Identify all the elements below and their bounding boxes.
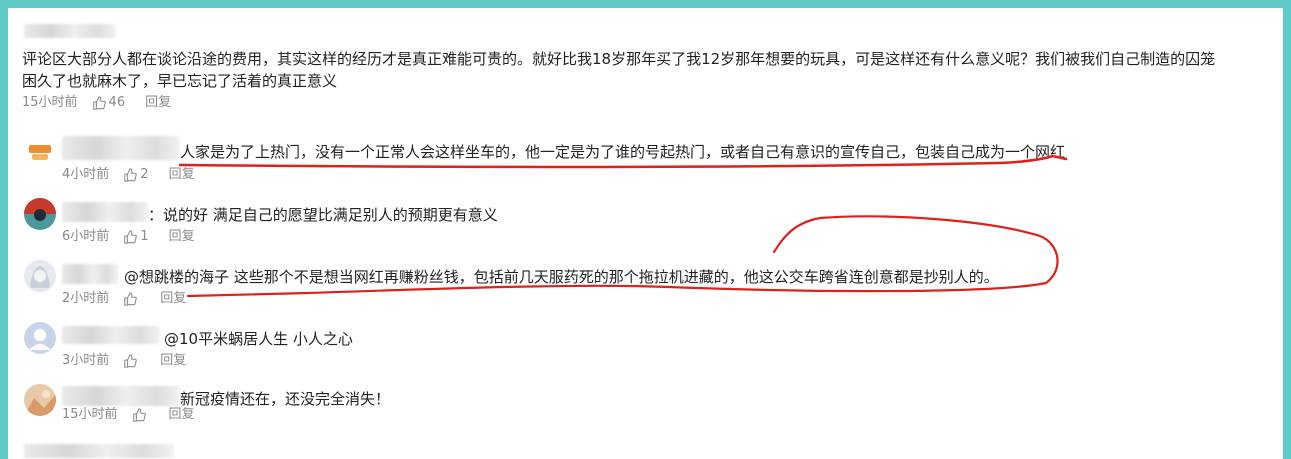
like-count: 1: [140, 229, 149, 244]
reply-button[interactable]: 回复: [169, 166, 195, 184]
like-button[interactable]: [123, 292, 140, 306]
comment-time: 3小时前: [62, 353, 110, 368]
reply-text: 人家是为了上热门，没有一个正常人会这样坐车的，他一定是为了谁的号起热门，或者自己…: [180, 143, 1066, 161]
username-blurred: [62, 326, 160, 344]
reply-button[interactable]: 回复: [160, 290, 186, 308]
reply-meta: 15小时前 回复: [62, 406, 195, 424]
thumbs-up-icon: [124, 168, 138, 182]
reply-button[interactable]: 回复: [145, 94, 171, 112]
like-button[interactable]: [132, 408, 149, 422]
reply-meta: 4小时前 2 回复: [62, 166, 195, 184]
like-button[interactable]: [123, 354, 140, 368]
reply-text: ：说的好 满足自己的愿望比满足别人的预期更有意义: [148, 206, 498, 224]
reply-button[interactable]: 回复: [169, 228, 195, 246]
reply-button[interactable]: 回复: [160, 352, 186, 370]
default-avatar-icon[interactable]: [24, 322, 56, 354]
reply-button[interactable]: 回复: [169, 406, 195, 424]
like-count: 46: [108, 95, 126, 110]
anime-avatar-icon[interactable]: [24, 260, 56, 292]
sunset-avatar-icon[interactable]: [24, 198, 56, 230]
thumbs-up-icon: [124, 292, 138, 306]
comment-time: 15小时前: [22, 95, 78, 110]
photo-avatar-icon[interactable]: [24, 384, 56, 416]
username-blurred: [62, 386, 180, 406]
like-count: 2: [140, 167, 149, 182]
username-blurred: [24, 24, 116, 38]
thumbs-up-icon: [132, 408, 146, 422]
reply-meta: 6小时前 1 回复: [62, 228, 195, 246]
main-comment-text-line2: 困久了也就麻木了，早已忘记了活着的真正意义: [22, 72, 338, 90]
like-button[interactable]: 1: [123, 228, 149, 246]
thumbs-up-icon: [124, 354, 138, 368]
like-button[interactable]: 2: [123, 166, 149, 184]
like-button[interactable]: 46: [92, 94, 126, 112]
thumbs-up-icon: [124, 230, 138, 244]
main-comment-text-line1: 评论区大部分人都在谈论沿途的费用，其实这样的经历才是真正难能可贵的。就好比我18…: [22, 50, 1216, 68]
comment-time: 4小时前: [62, 167, 110, 182]
reply-meta: 3小时前 回复: [62, 352, 186, 370]
thumbs-up-icon: [92, 96, 106, 110]
comment-panel: 评论区大部分人都在谈论沿途的费用，其实这样的经历才是真正难能可贵的。就好比我18…: [8, 8, 1283, 459]
username-blurred: [24, 444, 174, 458]
cartoon-avatar-icon[interactable]: [24, 136, 56, 168]
username-blurred: [62, 202, 148, 222]
main-comment-meta: 15小时前 46 回复: [22, 94, 171, 112]
reply-text: @想跳楼的海子 这些那个不是想当网红再赚粉丝钱，包括前几天服药死的那个拖拉机进藏…: [124, 268, 999, 286]
username-blurred: [62, 136, 180, 160]
reply-text: 新冠疫情还在，还没完全消失！: [180, 390, 391, 408]
comment-time: 15小时前: [62, 407, 118, 422]
username-blurred: [62, 264, 118, 284]
comment-time: 6小时前: [62, 229, 110, 244]
reply-meta: 2小时前 回复: [62, 290, 186, 308]
comment-time: 2小时前: [62, 291, 110, 306]
reply-text: @10平米蜗居人生 小人之心: [164, 330, 353, 348]
